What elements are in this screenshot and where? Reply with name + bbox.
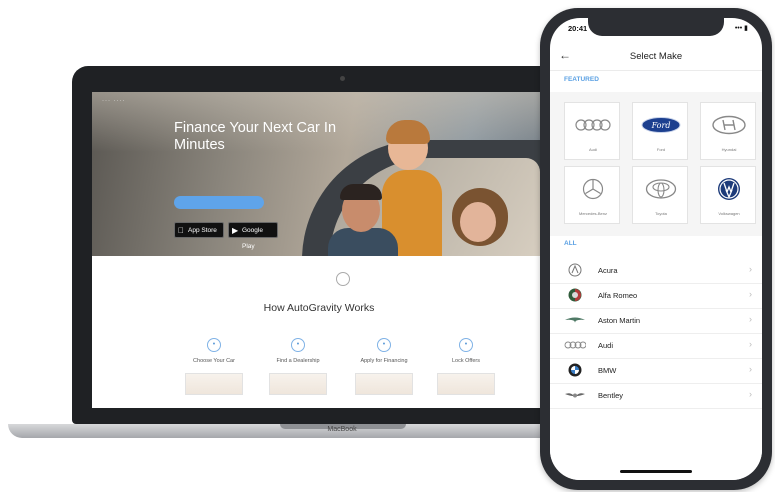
document-icon: • — [377, 338, 391, 352]
play-icon: ▶ — [232, 226, 239, 235]
acura-logo-icon — [564, 263, 586, 277]
bentley-logo-icon — [564, 388, 586, 402]
camera-icon — [340, 76, 345, 81]
get-started-button[interactable] — [174, 196, 264, 209]
how-it-works-title: How AutoGravity Works — [263, 302, 375, 314]
chevron-right-icon: › — [749, 264, 752, 274]
ford-logo-icon: Ford — [633, 113, 689, 137]
home-indicator[interactable] — [620, 470, 692, 473]
bmw-logo-icon — [564, 363, 586, 377]
audi-logo-icon — [564, 338, 586, 352]
car-icon: • — [207, 338, 221, 352]
list-item-aston-martin[interactable]: Aston Martin › — [550, 308, 762, 334]
hero-banner: ··· ···· Finance Your Next Car In Minute… — [92, 92, 546, 256]
list-item-bentley[interactable]: Bentley › — [550, 383, 762, 409]
step-thumbnail — [355, 373, 413, 395]
location-icon: • — [291, 338, 305, 352]
make-card-toyota[interactable]: Toyota — [632, 166, 688, 224]
status-time: 20:41 — [568, 24, 588, 33]
step-thumbnail — [185, 373, 243, 395]
make-card-mercedes[interactable]: Mercedes-Benz — [564, 166, 620, 224]
chevron-right-icon: › — [749, 364, 752, 374]
steering-wheel-icon — [336, 272, 350, 286]
list-item-bmw[interactable]: BMW › — [550, 358, 762, 384]
apple-icon:  — [178, 223, 184, 239]
volkswagen-logo-icon — [701, 177, 757, 201]
family-photo — [460, 202, 496, 242]
list-item-alfa-romeo[interactable]: Alfa Romeo › — [550, 283, 762, 309]
hyundai-logo-icon — [701, 113, 757, 137]
lock-icon: • — [459, 338, 473, 352]
chevron-right-icon: › — [749, 389, 752, 399]
step-thumbnail — [437, 373, 495, 395]
toyota-logo-icon — [633, 177, 689, 201]
step-thumbnail — [269, 373, 327, 395]
site-logo[interactable]: ··· ···· — [102, 98, 126, 104]
chevron-right-icon: › — [749, 339, 752, 349]
page-title: Select Make — [629, 51, 683, 62]
laptop-brand-label: MacBook — [327, 426, 357, 433]
featured-section-label: FEATURED — [564, 76, 599, 83]
google-play-button[interactable]: ▶ Google Play — [228, 222, 278, 250]
svg-text:Ford: Ford — [651, 121, 671, 130]
step-lock-offers: • Lock Offers — [426, 338, 506, 395]
chevron-right-icon: › — [749, 314, 752, 324]
list-item-audi[interactable]: Audi › — [550, 333, 762, 359]
step-choose-car: • Choose Your Car — [174, 338, 254, 395]
make-card-audi[interactable]: Audi — [564, 102, 620, 160]
make-card-ford[interactable]: Ford Ford — [632, 102, 688, 160]
audi-logo-icon — [565, 113, 621, 137]
laptop-screen: ··· ···· Finance Your Next Car In Minute… — [92, 92, 546, 408]
step-find-dealership: • Find a Dealership — [258, 338, 338, 395]
make-card-volkswagen[interactable]: Volkswagen — [700, 166, 756, 224]
chevron-right-icon: › — [749, 289, 752, 299]
all-section-label: ALL — [564, 240, 577, 247]
phone-screen: 20:41 ••• ▮ ← Select Make FEATURED Audi … — [550, 18, 762, 480]
hero-title: Finance Your Next Car In Minutes — [174, 120, 337, 153]
list-item-acura[interactable]: Acura › — [550, 258, 762, 284]
step-apply-financing: • Apply for Financing — [344, 338, 424, 395]
alfa-romeo-logo-icon — [564, 288, 586, 302]
aston-martin-logo-icon — [564, 313, 586, 327]
make-card-hyundai[interactable]: Hyundai — [700, 102, 756, 160]
app-store-button[interactable]:  App Store — [174, 222, 224, 238]
mercedes-logo-icon — [565, 177, 621, 201]
phone-notch — [588, 18, 724, 36]
signal-battery-icon: ••• ▮ — [734, 25, 748, 32]
